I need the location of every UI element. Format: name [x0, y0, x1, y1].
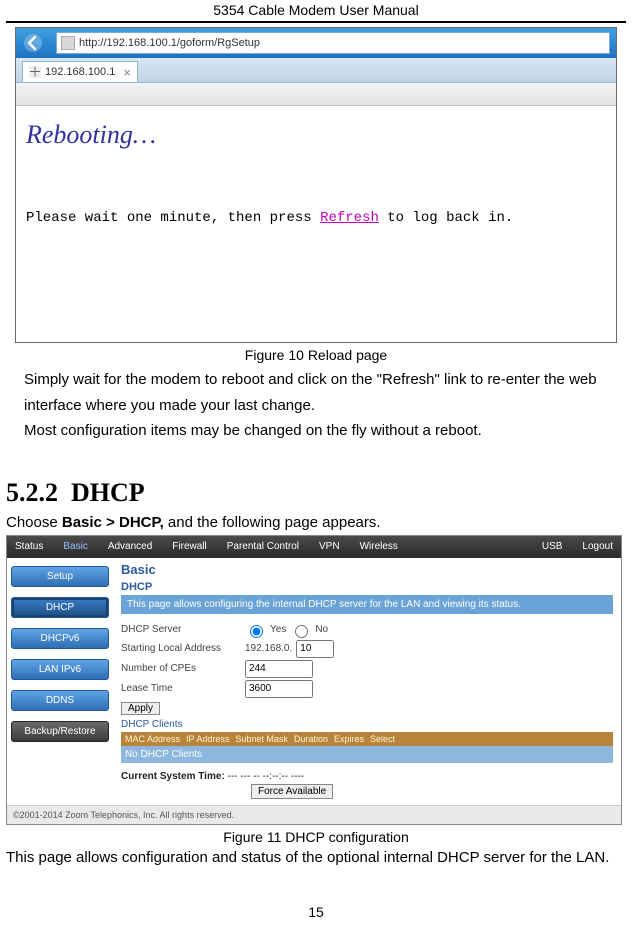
nav-usb[interactable]: USB — [542, 541, 563, 552]
page-description: This page allows configuring the interna… — [121, 595, 613, 614]
figure-11-screenshot: Status Basic Advanced Firewall Parental … — [6, 535, 622, 825]
close-tab-icon[interactable]: × — [123, 65, 131, 80]
apply-button[interactable]: Apply — [121, 702, 160, 715]
config-main: Setup DHCP DHCPv6 LAN IPv6 DDNS Backup/R… — [7, 558, 621, 805]
breadcrumb: Basic — [121, 562, 613, 577]
ip-prefix: 192.168.0. — [245, 643, 292, 654]
page-header: 5354 Cable Modem User Manual — [6, 0, 626, 21]
sidebar-item-ddns[interactable]: DDNS — [11, 690, 109, 711]
clients-table-header: MAC Address IP Address Subnet Mask Durat… — [121, 732, 613, 746]
browser-viewport: Rebooting… Please wait one minute, then … — [16, 106, 616, 342]
nav-parental[interactable]: Parental Control — [227, 541, 299, 552]
sidebar: Setup DHCP DHCPv6 LAN IPv6 DDNS Backup/R… — [7, 558, 113, 805]
dhcp-clients-heading: DHCP Clients — [121, 719, 613, 730]
toolbar-item — [463, 88, 466, 100]
sidebar-item-setup[interactable]: Setup — [11, 566, 109, 587]
arrow-left-icon — [23, 33, 43, 53]
sidebar-item-dhcpv6[interactable]: DHCPv6 — [11, 628, 109, 649]
rebooting-heading: Rebooting… — [26, 120, 606, 150]
page-icon — [61, 36, 75, 50]
input-cpes[interactable] — [245, 660, 313, 678]
section-heading: 5.2.2 DHCP — [6, 478, 626, 508]
nav-firewall[interactable]: Firewall — [172, 541, 206, 552]
radio-dhcp-yes[interactable] — [250, 625, 263, 638]
page-title: DHCP — [121, 581, 613, 593]
back-button[interactable] — [16, 28, 50, 58]
paragraph: This page allows configuration and statu… — [6, 849, 626, 866]
nav-status[interactable]: Status — [15, 541, 43, 552]
nav-vpn[interactable]: VPN — [319, 541, 340, 552]
label-dhcp-server: DHCP Server — [121, 624, 241, 635]
refresh-link[interactable]: Refresh — [320, 210, 379, 226]
page-number: 15 — [6, 904, 626, 920]
sidebar-item-dhcp[interactable]: DHCP — [11, 597, 109, 618]
top-nav: Status Basic Advanced Firewall Parental … — [7, 536, 621, 558]
paragraph: Simply wait for the modem to reboot and … — [6, 367, 626, 418]
figure-11-caption: Figure 11 DHCP configuration — [6, 829, 626, 845]
content-panel: Basic DHCP This page allows configuring … — [113, 558, 621, 805]
radio-dhcp-no[interactable] — [295, 625, 308, 638]
browser-tab[interactable]: 192.168.100.1 × — [22, 61, 138, 82]
sidebar-item-lanipv6[interactable]: LAN IPv6 — [11, 659, 109, 680]
browser-titlebar: http://192.168.100.1/goform/RgSetup — [16, 28, 616, 58]
force-available-button[interactable]: Force Available — [251, 784, 333, 799]
label-lease: Lease Time — [121, 683, 241, 694]
browser-tabbar: 192.168.100.1 × — [16, 58, 616, 83]
input-start-address[interactable] — [296, 640, 334, 658]
nav-advanced[interactable]: Advanced — [108, 541, 152, 552]
figure-10-screenshot: http://192.168.100.1/goform/RgSetup 192.… — [15, 27, 617, 343]
sidebar-item-backup[interactable]: Backup/Restore — [11, 721, 109, 742]
row-lease: Lease Time — [121, 680, 613, 698]
label-cpes: Number of CPEs — [121, 663, 241, 674]
header-rule — [6, 21, 626, 23]
reboot-message: Please wait one minute, then press Refre… — [26, 210, 606, 226]
section-intro: Choose Basic > DHCP, and the following p… — [6, 514, 626, 531]
row-cpes: Number of CPEs — [121, 660, 613, 678]
screenshot-footer: ©2001-2014 Zoom Telephonics, Inc. All ri… — [7, 805, 621, 824]
nav-basic[interactable]: Basic — [63, 541, 87, 552]
row-dhcp-server: DHCP Server Yes No — [121, 622, 613, 638]
paragraph: Most configuration items may be changed … — [6, 418, 626, 444]
document-page: 5354 Cable Modem User Manual http://192.… — [0, 0, 632, 930]
figure-10-caption: Figure 10 Reload page — [6, 347, 626, 363]
url-text: http://192.168.100.1/goform/RgSetup — [79, 37, 260, 49]
label-start-address: Starting Local Address — [121, 643, 241, 654]
address-bar[interactable]: http://192.168.100.1/goform/RgSetup — [56, 32, 610, 54]
current-time: Current System Time: --- --- -- --:--:--… — [121, 771, 613, 782]
browser-toolbar — [16, 83, 616, 106]
nav-logout[interactable]: Logout — [582, 541, 613, 552]
tab-icon — [29, 66, 41, 78]
no-clients-row: No DHCP Clients — [121, 746, 613, 763]
input-lease[interactable] — [245, 680, 313, 698]
row-start-address: Starting Local Address 192.168.0. — [121, 640, 613, 658]
nav-wireless[interactable]: Wireless — [360, 541, 398, 552]
tab-label: 192.168.100.1 — [45, 66, 115, 78]
